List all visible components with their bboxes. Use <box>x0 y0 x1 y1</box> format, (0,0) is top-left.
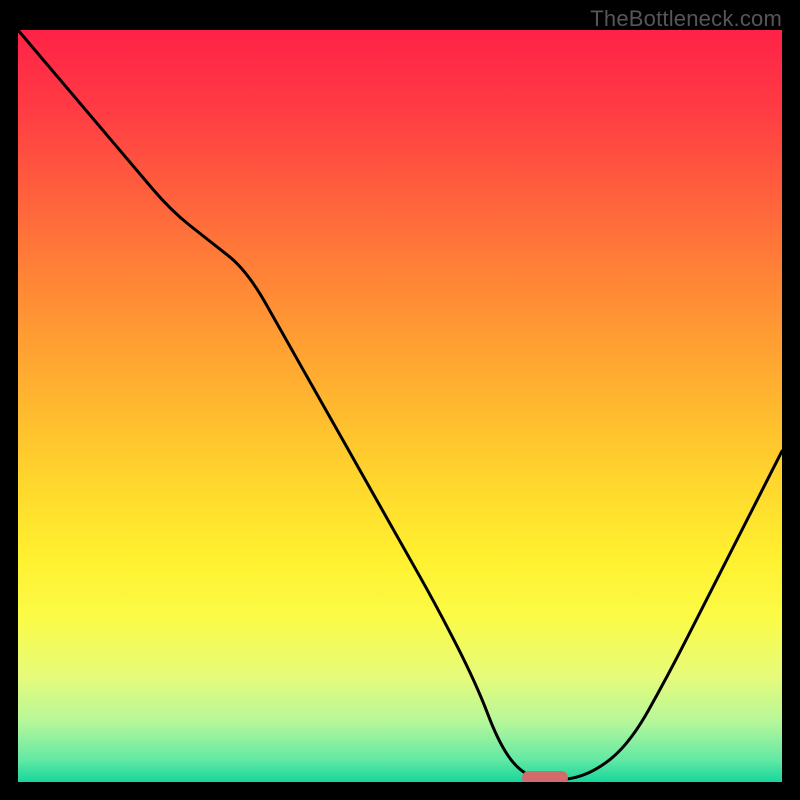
heat-gradient-background <box>18 30 782 782</box>
optimal-marker <box>522 771 568 782</box>
plot-area <box>18 30 782 782</box>
chart-frame: TheBottleneck.com <box>0 0 800 800</box>
watermark-text: TheBottleneck.com <box>590 6 782 32</box>
gradient-rect <box>18 30 782 782</box>
